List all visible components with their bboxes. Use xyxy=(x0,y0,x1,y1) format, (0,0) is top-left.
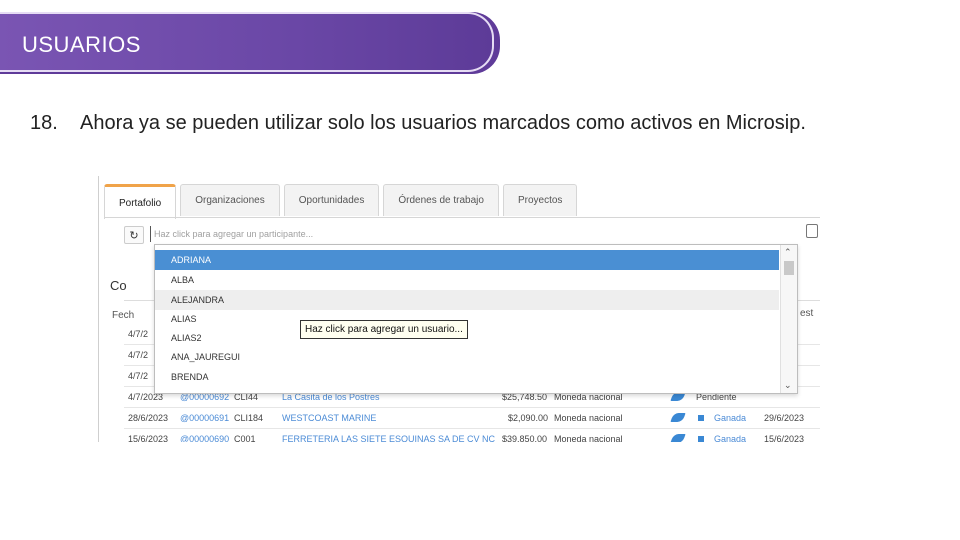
table-row[interactable]: 15/6/2023 @00000690 C001 FERRETERIA LAS … xyxy=(124,428,820,442)
dropdown-item[interactable]: BRENDA xyxy=(155,367,779,387)
tab-proyectos[interactable]: Proyectos xyxy=(502,184,578,216)
cell-cliente: C001 xyxy=(234,434,256,442)
payment-icon xyxy=(670,434,686,442)
cell-estatus: Ganada xyxy=(714,413,747,423)
scrollbar-thumb[interactable] xyxy=(784,261,794,275)
dropdown-item[interactable]: ADRIANA xyxy=(155,250,779,270)
cell-monto: $39,850.00 xyxy=(502,434,548,442)
payment-icon xyxy=(670,413,686,424)
cell-id-link[interactable]: @00000690 xyxy=(180,434,229,442)
cell-fecha-cierre: 29/6/2023 xyxy=(764,413,805,423)
chevron-down-icon[interactable]: ⌄ xyxy=(784,380,792,391)
cell-moneda: Moneda nacional xyxy=(554,413,623,423)
tab-bar: Portafolio Organizaciones Oportunidades … xyxy=(104,184,581,219)
refresh-button[interactable]: ↻ xyxy=(124,226,144,244)
cell-fecha: 4/7/2 xyxy=(128,329,149,339)
cell-moneda: Moneda nacional xyxy=(554,434,623,442)
estado-header[interactable]: est xyxy=(800,308,813,319)
step-number: 18. xyxy=(30,112,58,134)
title-banner: USUARIOS xyxy=(0,12,500,74)
right-checkbox[interactable] xyxy=(806,224,818,238)
screenshot-left-border xyxy=(98,176,99,442)
dropdown-item[interactable]: ALEJANDRA xyxy=(155,290,779,310)
flag-icon xyxy=(698,413,704,423)
cell-nombre-link[interactable]: WESTCOAST MARINE xyxy=(282,413,376,423)
banner-title: USUARIOS xyxy=(22,32,141,57)
refresh-icon: ↻ xyxy=(129,229,139,242)
table-row[interactable]: 28/6/2023 @00000691 CLI184 WESTCOAST MAR… xyxy=(124,407,820,429)
user-dropdown: ADRIANA ALBA ALEJANDRA ALIAS ALIAS2 ANA_… xyxy=(154,244,798,394)
dropdown-scrollbar[interactable]: ⌃ ⌄ xyxy=(780,245,797,393)
dropdown-item[interactable]: ALBA xyxy=(155,270,779,290)
chevron-up-icon[interactable]: ⌃ xyxy=(784,247,792,258)
embedded-screenshot: Portafolio Organizaciones Oportunidades … xyxy=(98,176,820,442)
cell-fecha: 4/7/2 xyxy=(128,371,149,381)
step-text: Ahora ya se pueden utilizar solo los usu… xyxy=(80,112,806,134)
tab-portafolio[interactable]: Portafolio xyxy=(104,184,177,219)
tab-organizaciones[interactable]: Organizaciones xyxy=(180,184,280,216)
cell-fecha: 28/6/2023 xyxy=(128,413,169,423)
cell-nombre-link[interactable]: FERRETERIA LAS SIETE ESQUINAS SA DE CV N… xyxy=(282,434,495,442)
section-label: Co xyxy=(110,278,127,293)
participant-input[interactable]: Haz click para agregar un participante..… xyxy=(150,226,810,242)
cell-cliente: CLI184 xyxy=(234,413,264,423)
dropdown-item[interactable]: ANA_JAUREGUI xyxy=(155,347,779,367)
cell-fecha-cierre: 15/6/2023 xyxy=(764,434,805,442)
cell-fecha: 15/6/2023 xyxy=(128,434,169,442)
cell-estatus: Ganada xyxy=(714,434,747,442)
tab-divider xyxy=(104,217,820,218)
cell-id-link[interactable]: @00000691 xyxy=(180,413,229,423)
cell-fecha: 4/7/2 xyxy=(128,350,149,360)
cell-monto: $2,090.00 xyxy=(508,413,549,423)
flag-icon xyxy=(698,434,704,442)
step-instruction: 18. Ahora ya se pueden utilizar solo los … xyxy=(30,112,806,135)
add-user-tooltip: Haz click para agregar un usuario... xyxy=(300,320,468,339)
tab-ordenes-de-trabajo[interactable]: Órdenes de trabajo xyxy=(383,184,499,216)
tab-oportunidades[interactable]: Oportunidades xyxy=(283,184,380,216)
fecha-header[interactable]: Fech xyxy=(112,310,134,321)
